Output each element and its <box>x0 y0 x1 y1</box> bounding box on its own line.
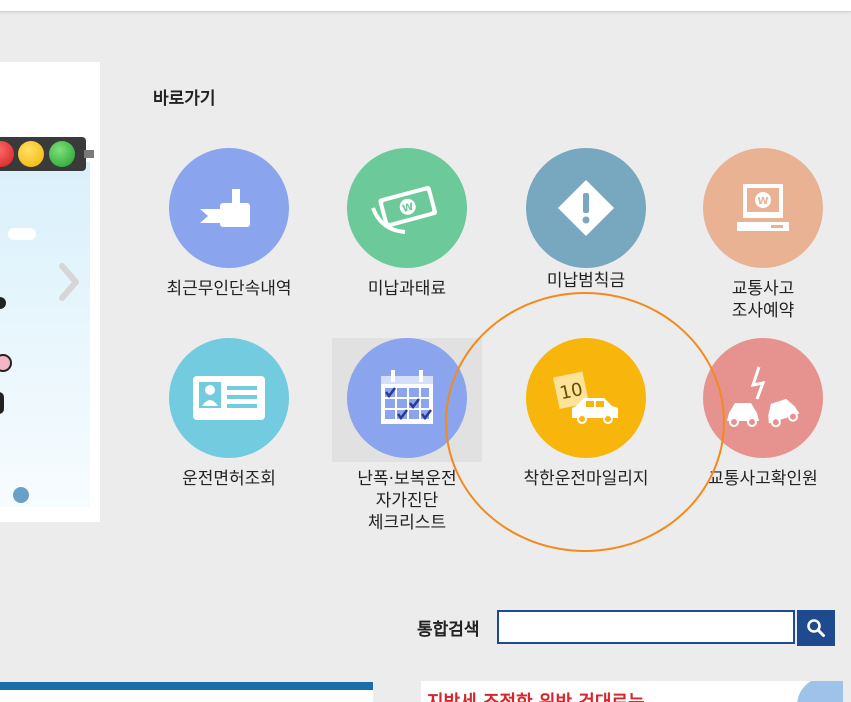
shortcut-label: 착한운전마일리지 <box>523 469 649 489</box>
shortcuts-title: 바로가기 <box>153 89 216 109</box>
search-label: 통합검색 <box>417 620 480 640</box>
character-body <box>0 392 4 414</box>
promo-decoration <box>797 681 843 702</box>
shortcut-label: 교통사고확인원 <box>708 469 818 489</box>
top-bar <box>0 0 851 12</box>
shortcut-label: 미납범칙금 <box>546 271 626 291</box>
shortcut-circle <box>526 148 646 268</box>
money-icon: W <box>371 185 437 234</box>
promo-panel[interactable]: 지방세 조정한 위반 건대로는 <box>421 681 843 702</box>
banner-next-button[interactable] <box>52 262 86 302</box>
banner-sky <box>0 162 90 507</box>
shortcut-recent-enforcement[interactable]: 최근무인단속내역 <box>149 148 309 300</box>
camera-icon <box>200 189 250 227</box>
shortcut-license-inquiry[interactable]: 운전면허조회 <box>149 338 309 490</box>
shortcut-unpaid-penalty[interactable]: 미납범칙금 <box>506 148 666 292</box>
green-lamp-icon <box>49 141 75 167</box>
car-mileage-icon: 10 <box>553 371 618 424</box>
shortcut-unpaid-fine[interactable]: W 미납과태료 <box>327 148 487 300</box>
shortcut-label: 미납과태료 <box>367 279 447 299</box>
notice-panel-header <box>0 682 373 690</box>
shortcut-label: 교통사고 조사예약 <box>731 279 795 321</box>
shortcut-circle <box>347 338 467 458</box>
chevron-right-icon <box>59 263 79 301</box>
traffic-light-icon <box>0 137 94 171</box>
promo-banner[interactable] <box>0 62 100 522</box>
shortcut-label: 운전면허조회 <box>182 469 276 489</box>
shortcut-circle <box>703 338 823 458</box>
red-lamp-icon <box>0 141 14 167</box>
license-card-icon <box>193 376 265 420</box>
shortcut-label: 최근무인단속내역 <box>166 279 292 299</box>
search-button[interactable] <box>797 610 835 646</box>
shortcut-label: 난폭·보복운전 자가진단 체크리스트 <box>357 469 457 533</box>
shortcut-accident-certificate[interactable]: 교통사고확인원 <box>683 338 843 490</box>
warning-icon <box>558 180 614 236</box>
shortcut-accident-reservation[interactable]: W 교통사고 조사예약 <box>683 148 843 322</box>
shortcut-circle: W <box>347 148 467 268</box>
banner-pagination-dot[interactable] <box>13 487 29 503</box>
car-crash-icon <box>727 366 800 428</box>
shortcut-reckless-driving-checklist[interactable]: 난폭·보복운전 자가진단 체크리스트 <box>327 338 487 534</box>
calendar-checklist-icon <box>381 370 433 424</box>
shortcut-circle <box>169 148 289 268</box>
shortcut-circle: W <box>703 148 823 268</box>
promo-notice-text: 지방세 조정한 위반 건대로는 <box>427 691 727 702</box>
notice-panel <box>0 690 373 702</box>
shortcut-circle: 10 <box>526 338 646 458</box>
shortcut-circle <box>169 338 289 458</box>
search-icon <box>807 619 825 637</box>
cloud-icon <box>8 228 36 240</box>
shortcut-good-driving-mileage[interactable]: 10 착한운전마일리지 <box>506 338 666 490</box>
monitor-icon: W <box>737 184 789 231</box>
yellow-lamp-icon <box>18 141 44 167</box>
svg-text:W: W <box>757 196 768 207</box>
search-input[interactable] <box>497 610 795 644</box>
traffic-light-pole <box>84 150 94 158</box>
